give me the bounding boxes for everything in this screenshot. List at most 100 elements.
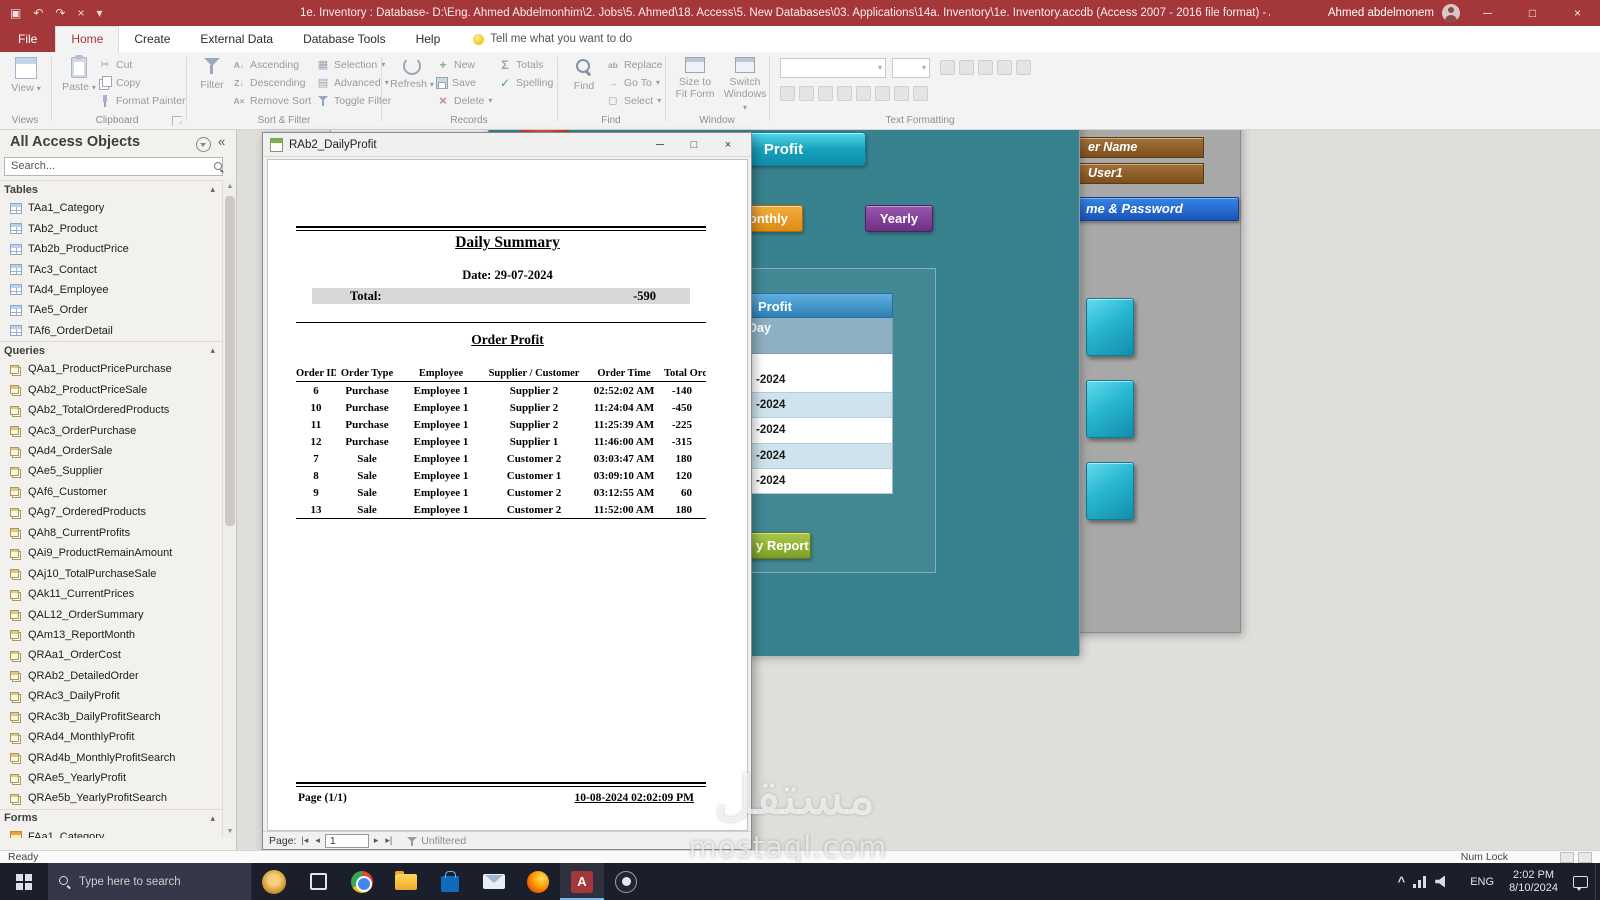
profit-date-row[interactable]: -2024 <box>741 368 893 394</box>
scroll-up-icon[interactable]: ▲ <box>223 180 237 193</box>
increase-indent-icon[interactable] <box>997 60 1012 75</box>
profit-date-row[interactable]: -2024 <box>741 418 893 444</box>
profit-date-row[interactable]: -2024 <box>741 468 893 494</box>
task-view-taskbar-button[interactable] <box>296 863 340 900</box>
paste-button[interactable]: Paste <box>60 55 98 94</box>
save-record-button[interactable]: Save <box>436 74 476 91</box>
nav-item[interactable]: TAa1_Category <box>0 198 223 218</box>
nav-item[interactable]: QRAd4b_MonthlyProfitSearch <box>0 747 223 767</box>
profit-date-row[interactable]: -2024 <box>741 393 893 419</box>
next-record-button[interactable]: ▸ <box>372 835 381 846</box>
toggle-filter-button[interactable]: Toggle Filter <box>316 92 391 109</box>
delete-record-button[interactable]: Delete <box>436 92 492 109</box>
cyan-action-button-2[interactable] <box>1086 380 1134 438</box>
report-view-icon[interactable] <box>1560 852 1574 863</box>
spelling-button[interactable]: Spelling <box>498 74 553 91</box>
nav-item[interactable]: QAc3_OrderPurchase <box>0 420 223 440</box>
nav-item[interactable]: QRAc3_DailyProfit <box>0 686 223 706</box>
replace-button[interactable]: Replace <box>606 56 663 73</box>
nav-item[interactable]: TAd4_Employee <box>0 280 223 300</box>
nav-item[interactable]: TAe5_Order <box>0 300 223 320</box>
font-name-dropdown[interactable] <box>780 58 886 78</box>
refresh-button[interactable]: Refresh <box>390 56 434 91</box>
nav-section-tables[interactable]: Tables ▴ <box>0 180 223 198</box>
nav-item[interactable]: QRAd4_MonthlyProfit <box>0 727 223 747</box>
cyan-action-button-3[interactable] <box>1086 462 1134 520</box>
nav-item[interactable]: QAe5_Supplier <box>0 461 223 481</box>
underline-icon[interactable] <box>818 86 833 101</box>
nav-item[interactable]: QAm13_ReportMonth <box>0 625 223 645</box>
lion-taskbar-button[interactable] <box>252 863 296 900</box>
nav-item[interactable]: QRAc3b_DailyProfitSearch <box>0 707 223 727</box>
cyan-action-button-1[interactable] <box>1086 298 1134 356</box>
filter-status-toggle[interactable]: Unfiltered <box>407 835 466 847</box>
nav-item[interactable]: QAa1_ProductPricePurchase <box>0 359 223 379</box>
align-left-icon[interactable] <box>875 86 890 101</box>
numbering-icon[interactable] <box>959 60 974 75</box>
report-maximize-button[interactable]: □ <box>677 135 711 155</box>
network-icon[interactable] <box>1413 875 1428 888</box>
taskbar-search-input[interactable]: Type here to search <box>48 863 252 900</box>
nav-item[interactable]: FAa1_Category <box>0 827 223 838</box>
filter-button[interactable]: Filter <box>194 56 230 91</box>
nav-scrollbar[interactable]: ▲ ▼ <box>222 180 236 838</box>
clipboard-dialog-launcher-icon[interactable]: ◞ <box>172 116 182 126</box>
highlight-color-icon[interactable] <box>856 86 871 101</box>
undo-icon[interactable]: ↶ <box>33 6 43 20</box>
nav-item[interactable]: QAk11_CurrentPrices <box>0 584 223 604</box>
taskbar-clock[interactable]: 2:02 PM 8/10/2024 <box>1501 863 1566 900</box>
nav-section-forms[interactable]: Forms ▴ <box>0 808 223 827</box>
bold-icon[interactable] <box>780 86 795 101</box>
nav-item[interactable]: QAi9_ProductRemainAmount <box>0 543 223 563</box>
bullets-icon[interactable] <box>940 60 955 75</box>
descending-button[interactable]: Descending <box>232 74 305 91</box>
select-button[interactable]: Select <box>606 92 661 109</box>
switch-windows-button[interactable]: Switch Windows <box>722 56 768 114</box>
align-right-icon[interactable] <box>913 86 928 101</box>
remove-sort-button[interactable]: Remove Sort <box>232 92 311 109</box>
ascending-button[interactable]: Ascending <box>232 56 299 73</box>
nav-item[interactable]: QRAa1_OrderCost <box>0 645 223 665</box>
store-taskbar-button[interactable] <box>428 863 472 900</box>
profit-date-row[interactable]: -2024 <box>741 443 893 469</box>
nav-item[interactable]: TAb2b_ProductPrice <box>0 239 223 259</box>
nav-menu-icon[interactable] <box>196 137 211 152</box>
text-direction-icon[interactable] <box>1016 60 1031 75</box>
record-number-input[interactable]: 1 <box>324 833 369 848</box>
find-button[interactable]: Find <box>566 56 602 92</box>
nav-item[interactable]: QAj10_TotalPurchaseSale <box>0 563 223 583</box>
scrollbar-thumb[interactable] <box>225 196 235 526</box>
maximize-button[interactable]: □ <box>1510 0 1555 26</box>
notification-center-button[interactable] <box>1566 863 1595 900</box>
show-desktop-button[interactable] <box>1595 863 1600 900</box>
decrease-indent-icon[interactable] <box>978 60 993 75</box>
report-window-titlebar[interactable]: RAb2_DailyProfit ─ □ × <box>263 133 751 157</box>
report-close-button[interactable]: × <box>711 135 745 155</box>
align-center-icon[interactable] <box>894 86 909 101</box>
cut-button[interactable]: Cut <box>98 56 132 73</box>
nav-item[interactable]: QAL12_OrderSummary <box>0 604 223 624</box>
tab-create[interactable]: Create <box>119 26 185 52</box>
close-button[interactable]: × <box>1555 0 1600 26</box>
tab-external-data[interactable]: External Data <box>185 26 288 52</box>
tab-home[interactable]: Home <box>55 26 120 52</box>
scroll-down-icon[interactable]: ▼ <box>223 825 237 838</box>
goto-button[interactable]: Go To <box>606 74 660 91</box>
tell-me-box[interactable]: Tell me what you want to do <box>473 26 632 52</box>
nav-item[interactable]: TAf6_OrderDetail <box>0 321 223 341</box>
nav-item[interactable]: QRAe5_YearlyProfit <box>0 768 223 788</box>
last-record-button[interactable]: ▸| <box>383 835 394 846</box>
file-explorer-taskbar-button[interactable] <box>384 863 428 900</box>
nav-section-queries[interactable]: Queries ▴ <box>0 341 223 360</box>
nav-item[interactable]: QAg7_OrderedProducts <box>0 502 223 522</box>
new-record-button[interactable]: New <box>436 56 475 73</box>
tab-database-tools[interactable]: Database Tools <box>288 26 401 52</box>
minimize-button[interactable]: ─ <box>1465 0 1510 26</box>
browser-taskbar-button[interactable] <box>340 863 384 900</box>
view-button[interactable]: View <box>8 56 44 95</box>
nav-item[interactable]: QAb2_ProductPriceSale <box>0 380 223 400</box>
first-record-button[interactable]: |◂ <box>299 835 310 846</box>
nav-item[interactable]: TAc3_Contact <box>0 259 223 279</box>
nav-item[interactable]: QAb2_TotalOrderedProducts <box>0 400 223 420</box>
tab-file[interactable]: File <box>0 26 56 52</box>
